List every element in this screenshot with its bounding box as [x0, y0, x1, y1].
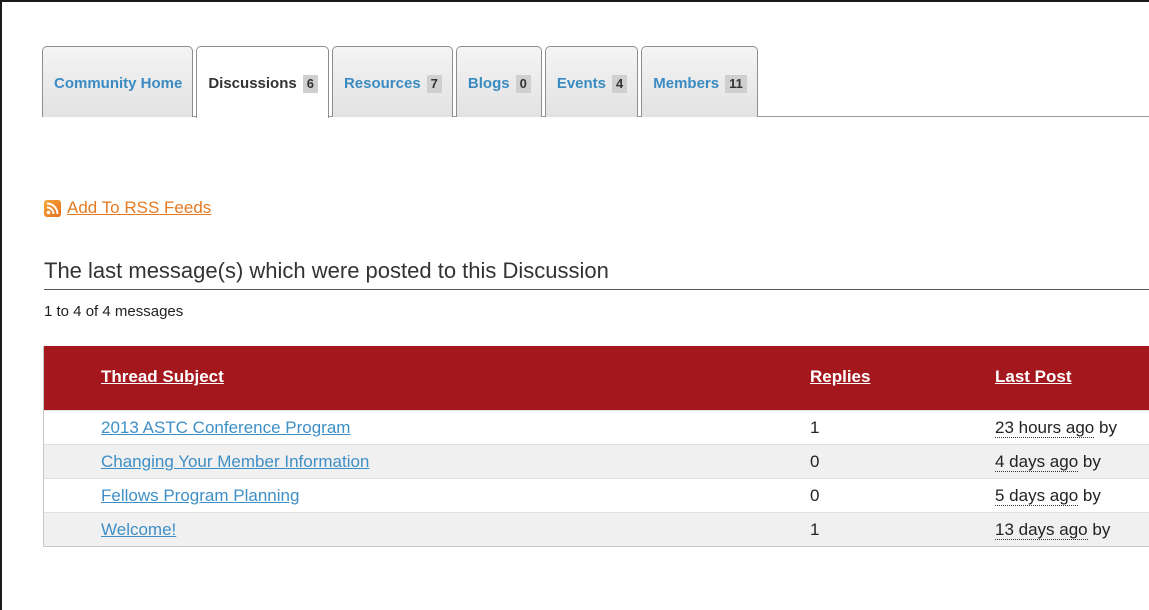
last-post-by-label: by	[1082, 486, 1101, 505]
thread-subject-link[interactable]: 2013 ASTC Conference Program	[101, 418, 350, 438]
thread-subject-link[interactable]: Fellows Program Planning	[101, 486, 299, 506]
community-tabbar: Community Home Discussions 6 Resources 7 Blog…	[42, 46, 1149, 118]
rss-feed-link-group[interactable]: Add To RSS Feeds	[44, 198, 211, 218]
replies-count: 1	[810, 520, 820, 539]
last-post-time[interactable]: 4 days ago	[995, 452, 1079, 472]
replies-count: 1	[810, 418, 820, 437]
last-post-cell: 5 days ago by	[995, 486, 1149, 506]
tab-label: Blogs	[467, 75, 510, 92]
replies-count: 0	[810, 486, 820, 505]
table-row: Changing Your Member Information 0 4 days …	[44, 444, 1149, 478]
section-heading: The last message(s) which were posted to…	[44, 257, 1149, 290]
discussion-thread-table: Thread Subject Replies Last Post 2013 AS…	[43, 346, 1149, 547]
last-post-by-label: by	[1092, 520, 1111, 539]
table-row: Fellows Program Planning 0 5 days ago by	[44, 478, 1149, 512]
last-post-time[interactable]: 13 days ago	[995, 520, 1088, 540]
add-to-rss-feeds-link[interactable]: Add To RSS Feeds	[67, 198, 211, 218]
tab-count-badge: 0	[515, 75, 531, 93]
tab-events[interactable]: Events 4	[544, 46, 639, 117]
tab-resources[interactable]: Resources 7	[331, 46, 453, 117]
table-body: 2013 ASTC Conference Program 1 23 hours ag…	[44, 410, 1149, 546]
tab-count-badge: 4	[612, 75, 628, 93]
tab-list: Community Home Discussions 6 Resources 7 Blog…	[42, 46, 761, 118]
last-post-by-label: by	[1082, 452, 1101, 471]
replies-column-header[interactable]: Replies	[810, 367, 870, 387]
table-row: Welcome! 1 13 days ago by	[44, 512, 1149, 546]
tab-label: Resources	[343, 75, 421, 92]
tab-count-badge: 11	[725, 75, 747, 93]
page-frame: Community Home Discussions 6 Resources 7 Blog…	[0, 0, 1149, 610]
last-post-time[interactable]: 5 days ago	[995, 486, 1079, 506]
tab-members[interactable]: Members 11	[641, 46, 758, 117]
tab-label: Members	[653, 75, 720, 92]
table-row: 2013 ASTC Conference Program 1 23 hours ag…	[44, 410, 1149, 444]
tab-community-home[interactable]: Community Home	[42, 46, 194, 117]
last-post-column-header[interactable]: Last Post	[995, 367, 1072, 387]
message-count: 1 to 4 of 4 messages	[44, 303, 184, 320]
table-header: Thread Subject Replies Last Post	[44, 346, 1149, 410]
replies-count: 0	[810, 452, 820, 471]
tab-label: Discussions	[208, 75, 297, 92]
thread-subject-column-header[interactable]: Thread Subject	[101, 367, 224, 387]
tab-count-badge: 6	[302, 75, 318, 93]
tab-discussions[interactable]: Discussions 6	[196, 46, 329, 118]
thread-subject-link[interactable]: Welcome!	[101, 520, 176, 540]
tab-label: Community Home	[54, 75, 183, 92]
last-post-cell: 13 days ago by	[995, 520, 1149, 540]
thread-subject-link[interactable]: Changing Your Member Information	[101, 452, 369, 472]
tab-label: Events	[556, 75, 607, 92]
tab-blogs[interactable]: Blogs 0	[455, 46, 542, 117]
rss-icon[interactable]	[44, 199, 61, 217]
last-post-by-label: by	[1098, 418, 1117, 437]
last-post-time[interactable]: 23 hours ago	[995, 418, 1095, 438]
last-post-cell: 23 hours ago by	[995, 418, 1149, 438]
last-post-cell: 4 days ago by	[995, 452, 1149, 472]
tab-count-badge: 7	[426, 75, 442, 93]
